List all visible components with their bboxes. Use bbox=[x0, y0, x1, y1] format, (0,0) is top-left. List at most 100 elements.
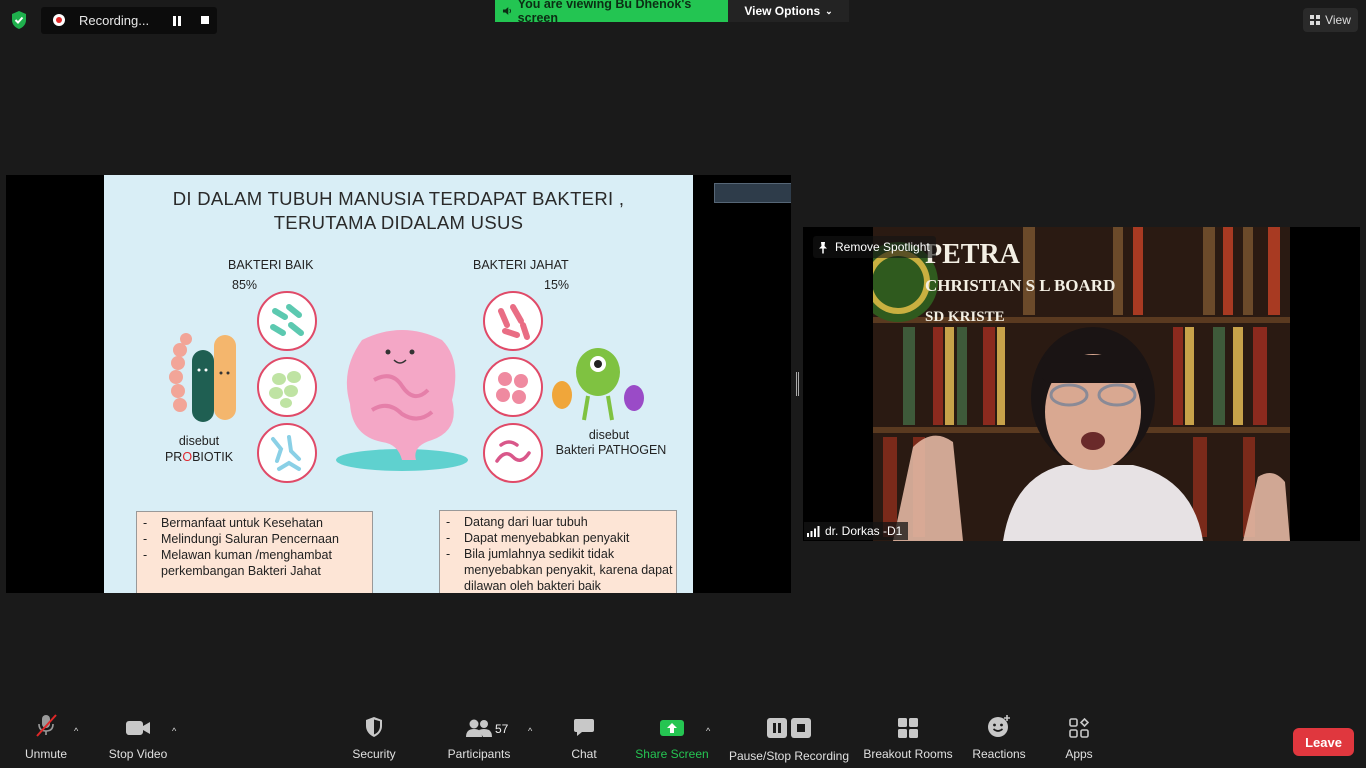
apps-icon bbox=[1069, 718, 1089, 738]
chat-label: Chat bbox=[571, 747, 597, 761]
recording-dot-icon bbox=[53, 14, 65, 26]
participants-button[interactable]: Participants bbox=[446, 708, 512, 768]
probiotic-label-line2: PROBIOTIK bbox=[144, 450, 254, 464]
reactions-button[interactable]: Reactions bbox=[970, 708, 1028, 768]
breakout-rooms-icon bbox=[898, 718, 918, 738]
bad-bacteria-circle-2 bbox=[483, 357, 543, 417]
slide-title-line1: DI DALAM TUBUH MANUSIA TERDAPAT BAKTERI … bbox=[172, 188, 625, 209]
reactions-smiley-icon bbox=[988, 715, 1010, 737]
apps-label: Apps bbox=[1065, 747, 1093, 761]
good-point: Bermanfaat untuk Kesehatan bbox=[137, 515, 372, 531]
signal-strength-icon bbox=[807, 525, 820, 537]
probiotic-label-pre: PR bbox=[164, 450, 183, 464]
coccus-bacteria-icon bbox=[269, 371, 301, 408]
shared-screen[interactable]: DI DALAM TUBUH MANUSIA TERDAPAT BAKTERI … bbox=[6, 175, 791, 593]
good-bacteria-circle-3 bbox=[257, 423, 317, 483]
participants-options-caret-icon[interactable]: ^ bbox=[528, 726, 532, 736]
rod-bacteria-icon bbox=[270, 304, 304, 336]
chat-bubble-icon bbox=[574, 719, 594, 736]
good-point: Melawan kuman /menghambat perkembangan B… bbox=[137, 547, 372, 579]
rod-pathogen-icon bbox=[498, 304, 530, 340]
encryption-shield-icon[interactable] bbox=[8, 9, 30, 31]
recording-indicator: Recording... bbox=[41, 7, 217, 34]
bad-point: Bila jumlahnya sedikit tidak menyebabkan… bbox=[440, 546, 676, 593]
pathogen-monsters-illustration bbox=[552, 348, 644, 421]
view-button[interactable]: View bbox=[1303, 8, 1358, 32]
bad-point: Dapat menyebabkan penyakit bbox=[440, 530, 676, 546]
intestine-illustration bbox=[336, 330, 468, 471]
security-button[interactable]: Security bbox=[346, 708, 402, 768]
unmute-button[interactable]: Unmute bbox=[17, 708, 75, 768]
viewing-banner-text: You are viewing Bu Dhenok's screen bbox=[517, 0, 692, 25]
security-shield-icon bbox=[366, 717, 382, 737]
bg-text-line2: CHRISTIAN S L BOARD bbox=[925, 276, 1115, 295]
stop-video-button[interactable]: Stop Video bbox=[104, 708, 172, 768]
slide-title-line2: TERUTAMA DIDALAM USUS bbox=[273, 212, 524, 233]
participants-label: Participants bbox=[447, 747, 511, 761]
participant-name-tag: dr. Dorkas -D1 bbox=[804, 522, 909, 540]
view-options-button[interactable]: View Options ⌄ bbox=[728, 0, 849, 22]
pathogen-label-line1: disebut bbox=[588, 428, 630, 442]
spiral-pathogen-icon bbox=[495, 440, 531, 463]
leave-button[interactable]: Leave bbox=[1293, 728, 1354, 756]
speaker-icon bbox=[502, 7, 511, 15]
presenter-thumbnail-bar bbox=[714, 183, 791, 203]
video-camera-icon bbox=[126, 721, 150, 735]
recording-label: Recording... bbox=[79, 13, 150, 28]
video-options-caret-icon[interactable]: ^ bbox=[172, 726, 176, 736]
branched-bacteria-icon bbox=[271, 435, 301, 471]
share-screen-button[interactable]: Share Screen bbox=[634, 708, 710, 768]
bad-point: Datang dari luar tubuh bbox=[440, 514, 676, 530]
microphone-muted-icon bbox=[36, 714, 57, 737]
meeting-toolbar: Unmute ^ Stop Video ^ Security Participa… bbox=[0, 708, 1366, 768]
remove-spotlight-label: Remove Spotlight bbox=[835, 240, 930, 254]
good-bacteria-circle-2 bbox=[257, 357, 317, 417]
breakout-rooms-button[interactable]: Breakout Rooms bbox=[862, 708, 954, 768]
bad-bacteria-circle-3 bbox=[483, 423, 543, 483]
probiotic-label-post: BIOTIK bbox=[192, 450, 234, 464]
pathogen-label-line2: Bakteri PATHOGEN bbox=[555, 443, 667, 457]
participants-icon bbox=[466, 719, 492, 737]
share-options-caret-icon[interactable]: ^ bbox=[706, 726, 710, 736]
unmute-label: Unmute bbox=[24, 747, 68, 761]
pause-stop-recording-label: Pause/Stop Recording bbox=[728, 749, 850, 763]
bad-bacteria-circle-1 bbox=[483, 291, 543, 351]
stop-video-label: Stop Video bbox=[108, 747, 168, 761]
bad-bacteria-heading: BAKTERI JAHAT bbox=[473, 258, 569, 272]
participant-camera-feed: PETRA CHRISTIAN S L BOARD SD KRISTE bbox=[873, 227, 1290, 541]
view-label: View bbox=[1325, 13, 1351, 27]
split-view-resize-handle[interactable] bbox=[796, 372, 799, 396]
pause-recording-icon[interactable] bbox=[172, 16, 182, 26]
good-bacteria-circle-1 bbox=[257, 291, 317, 351]
share-screen-icon bbox=[660, 720, 684, 736]
bg-text-line1: PETRA bbox=[925, 239, 1021, 270]
pin-icon bbox=[819, 241, 827, 253]
participant-name: dr. Dorkas -D1 bbox=[825, 524, 903, 538]
pause-stop-recording-button[interactable]: Pause/Stop Recording bbox=[728, 708, 850, 768]
chat-button[interactable]: Chat bbox=[566, 708, 602, 768]
audio-options-caret-icon[interactable]: ^ bbox=[74, 726, 78, 736]
reactions-label: Reactions bbox=[972, 747, 1026, 761]
probiotic-label-highlight: O bbox=[182, 450, 193, 464]
good-bacteria-percent: 85% bbox=[232, 278, 258, 292]
bad-bacteria-points: Datang dari luar tubuh Dapat menyebabkan… bbox=[439, 510, 677, 593]
breakout-rooms-label: Breakout Rooms bbox=[863, 747, 953, 761]
stop-icon bbox=[791, 718, 811, 738]
security-label: Security bbox=[352, 747, 396, 761]
good-bacteria-points: Bermanfaat untuk Kesehatan Melindungi Sa… bbox=[136, 511, 373, 593]
bg-text-line3: SD KRISTE bbox=[925, 309, 1005, 325]
probiotic-label-line1: disebut bbox=[178, 434, 220, 448]
probiotic-bacteria-illustration bbox=[169, 333, 236, 422]
participant-video-tile[interactable]: PETRA CHRISTIAN S L BOARD SD KRISTE Remo… bbox=[803, 227, 1360, 541]
apps-button[interactable]: Apps bbox=[1060, 708, 1098, 768]
chevron-down-icon: ⌄ bbox=[825, 5, 833, 16]
presentation-slide: DI DALAM TUBUH MANUSIA TERDAPAT BAKTERI … bbox=[104, 175, 693, 593]
good-bacteria-heading: BAKTERI BAIK bbox=[228, 258, 314, 272]
good-point: Melindungi Saluran Pencernaan bbox=[137, 531, 372, 547]
share-screen-label: Share Screen bbox=[635, 747, 709, 761]
stop-recording-icon[interactable] bbox=[201, 16, 209, 24]
viewing-screen-banner: You are viewing Bu Dhenok's screen bbox=[495, 0, 728, 25]
remove-spotlight-button[interactable]: Remove Spotlight bbox=[813, 236, 936, 258]
grid-view-icon bbox=[1310, 15, 1321, 25]
pause-icon bbox=[767, 718, 787, 738]
